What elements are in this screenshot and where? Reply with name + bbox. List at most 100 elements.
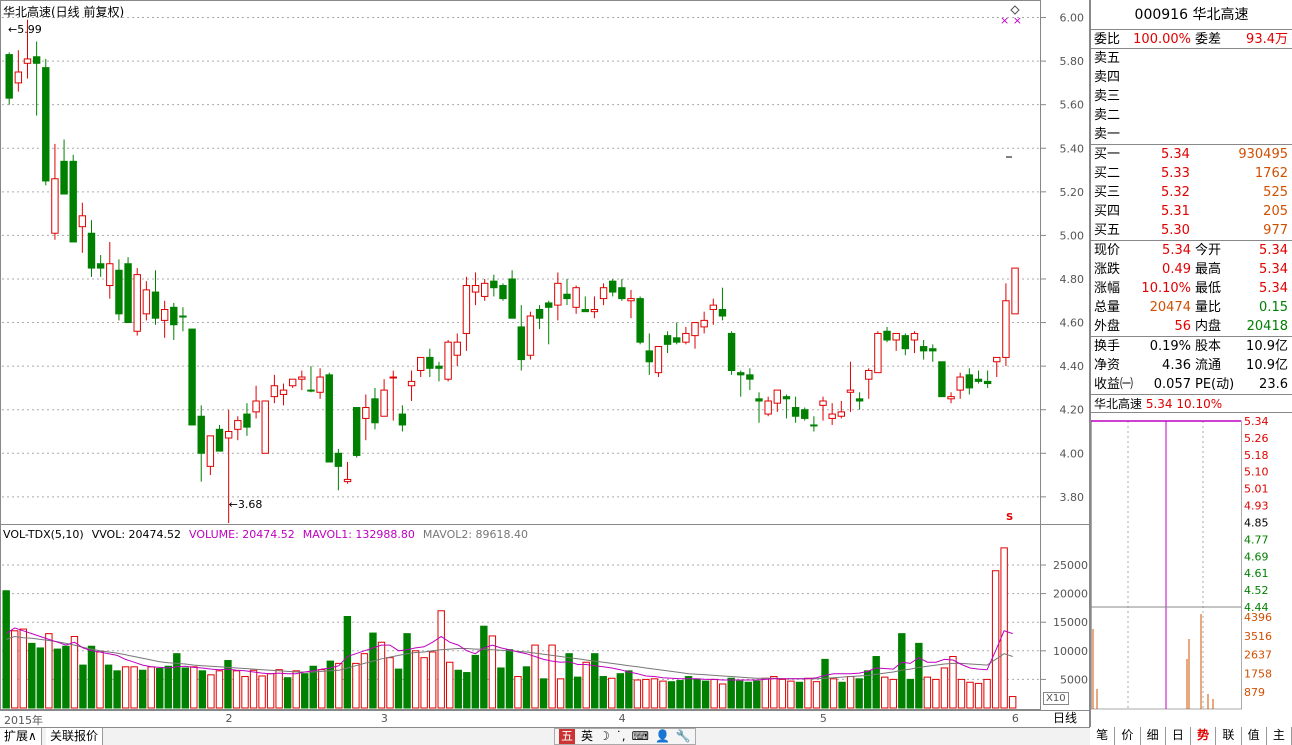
candle-body bbox=[581, 308, 589, 313]
kline-svg[interactable]: 6.00 5.80 5.60 5.40 5.20 5.00 4.80 4.60 4.40 4.20… bbox=[0, 0, 1090, 710]
diamond-icon bbox=[1010, 5, 1020, 15]
volume-bar bbox=[718, 683, 727, 709]
fund-row-v2: 23.6 bbox=[1259, 377, 1288, 392]
volume-bar bbox=[232, 670, 241, 709]
volume-tick-label: 15000 bbox=[1053, 616, 1088, 629]
volume-bar bbox=[556, 678, 565, 709]
ime-toolbar[interactable]: 五 英 ☽ ˙, ⌨ 👤 🔧 bbox=[554, 728, 696, 745]
volume-bar bbox=[428, 651, 437, 709]
candle-body bbox=[636, 298, 644, 343]
price-tick-label: 4.80 bbox=[1060, 273, 1085, 286]
stat-row: 现价 5.34 今开 5.34 bbox=[1091, 241, 1292, 260]
mini-price-tick: 5.34 bbox=[1244, 417, 1269, 428]
candle-body bbox=[892, 332, 900, 341]
price-tick-label: 6.00 bbox=[1060, 12, 1085, 25]
bid-cell: 买五 bbox=[1094, 223, 1121, 238]
candle-body bbox=[947, 396, 955, 400]
mini-price-tick: 4.85 bbox=[1244, 516, 1269, 529]
volume-bar bbox=[386, 657, 394, 709]
volume-bar bbox=[889, 678, 897, 709]
right-tab-1[interactable]: 价 bbox=[1115, 727, 1141, 745]
candle-body bbox=[819, 400, 827, 406]
right-tab-0[interactable]: 笔 bbox=[1090, 727, 1116, 745]
candle-body bbox=[545, 302, 553, 308]
ime-moon-icon[interactable]: ☽ bbox=[599, 729, 610, 744]
candle-body bbox=[810, 424, 818, 427]
candle-body bbox=[490, 280, 498, 289]
right-tab-2[interactable]: 细 bbox=[1140, 727, 1166, 745]
mini-price-tick: 5.10 bbox=[1244, 466, 1269, 479]
volume-bar bbox=[207, 674, 215, 709]
date-label: 4 bbox=[618, 712, 626, 725]
volume-bar bbox=[983, 678, 991, 709]
volume-bar bbox=[318, 669, 326, 709]
stat-row-v2: 0.15 bbox=[1259, 300, 1288, 315]
indicator-name[interactable]: VOL-TDX(5,10) bbox=[3, 528, 84, 541]
candle-body bbox=[426, 356, 434, 369]
candle-body bbox=[508, 278, 516, 319]
candle-body bbox=[737, 372, 745, 376]
candle-body bbox=[865, 369, 873, 380]
volume-bar bbox=[394, 668, 403, 709]
volume-bar bbox=[915, 642, 923, 709]
ask-row: 卖四 bbox=[1091, 68, 1292, 87]
period-label[interactable]: 日线 bbox=[1040, 710, 1090, 726]
ime-wubi-icon[interactable]: 五 bbox=[559, 729, 576, 744]
ime-keyboard-icon[interactable]: ⌨ bbox=[632, 729, 649, 744]
candle-body bbox=[846, 389, 855, 393]
candle-body bbox=[480, 282, 489, 297]
high-marker: ←5.99 bbox=[8, 23, 42, 36]
volume-bar bbox=[753, 680, 761, 709]
volume-bar bbox=[369, 632, 377, 709]
related-quote-tab[interactable]: 关联报价 bbox=[46, 728, 104, 745]
ime-punct-icon[interactable]: ˙, bbox=[616, 729, 626, 744]
mini-price-tick: 5.01 bbox=[1244, 483, 1269, 496]
stat-row-v1: 20474 bbox=[1149, 300, 1191, 315]
price-tick-label: 4.60 bbox=[1060, 317, 1085, 330]
candle-body bbox=[5, 54, 13, 99]
volume-bar bbox=[28, 642, 36, 709]
right-tab-5[interactable]: 联 bbox=[1216, 727, 1242, 745]
intraday-chart[interactable]: 5.34 5.26 5.18 5.10 5.01 4.93 4.85 4.77 4.69 4.61… bbox=[1091, 417, 1291, 717]
kline-chart-area[interactable]: 6.00 5.80 5.60 5.40 5.20 5.00 4.80 4.60 4.40 4.20… bbox=[0, 0, 1090, 727]
candle-body bbox=[32, 56, 41, 64]
mavol2-value: MAVOL2: 89618.40 bbox=[422, 528, 529, 541]
candle-body bbox=[956, 376, 964, 391]
volume-bar bbox=[573, 676, 582, 709]
candle-body bbox=[206, 435, 215, 467]
expand-tab[interactable]: 扩展∧ bbox=[0, 728, 42, 745]
volume-bar bbox=[522, 666, 531, 709]
fund-row-lbl2: 股本 bbox=[1195, 339, 1222, 354]
bid-cell: 5.30 bbox=[1161, 223, 1190, 238]
candle-body bbox=[682, 332, 690, 343]
right-tab-6[interactable]: 值 bbox=[1241, 727, 1267, 745]
volume-bar bbox=[829, 678, 838, 709]
volume-bar bbox=[804, 677, 812, 709]
volume-bar bbox=[96, 651, 104, 709]
ime-settings-icon[interactable]: 🔧 bbox=[676, 729, 691, 744]
right-tab-3[interactable]: 日 bbox=[1165, 727, 1191, 745]
ime-english-icon[interactable]: 英 bbox=[581, 729, 593, 744]
right-tab-7[interactable]: 主 bbox=[1266, 727, 1292, 745]
right-tab-4[interactable]: 势 bbox=[1191, 727, 1217, 745]
volume-bar bbox=[215, 670, 224, 709]
bid-cell: 买四 bbox=[1094, 204, 1121, 219]
candle-body bbox=[252, 400, 260, 413]
volume-bar bbox=[940, 667, 949, 709]
stat-row-lbl: 总量 bbox=[1094, 300, 1121, 315]
candle-body bbox=[1011, 267, 1019, 315]
candle-body bbox=[828, 413, 836, 419]
bid-row: 买一 5.34 930495 bbox=[1091, 145, 1292, 164]
candle-body bbox=[371, 398, 379, 424]
candle-body bbox=[874, 332, 882, 374]
candle-body bbox=[170, 306, 178, 326]
candle-body bbox=[23, 58, 32, 64]
price-tick-label: 5.20 bbox=[1060, 186, 1085, 199]
bid-cell: 5.34 bbox=[1161, 147, 1190, 162]
candle-body bbox=[298, 376, 306, 380]
volume-bar bbox=[787, 680, 795, 709]
stat-row-v1: 0.49 bbox=[1162, 262, 1191, 277]
candle-body bbox=[307, 389, 315, 392]
ime-user-icon[interactable]: 👤 bbox=[655, 729, 670, 744]
bid-list: 买一 5.34 930495 买二 5.33 1762 买三 5.32 525 买四 5.31 205… bbox=[1091, 145, 1292, 241]
